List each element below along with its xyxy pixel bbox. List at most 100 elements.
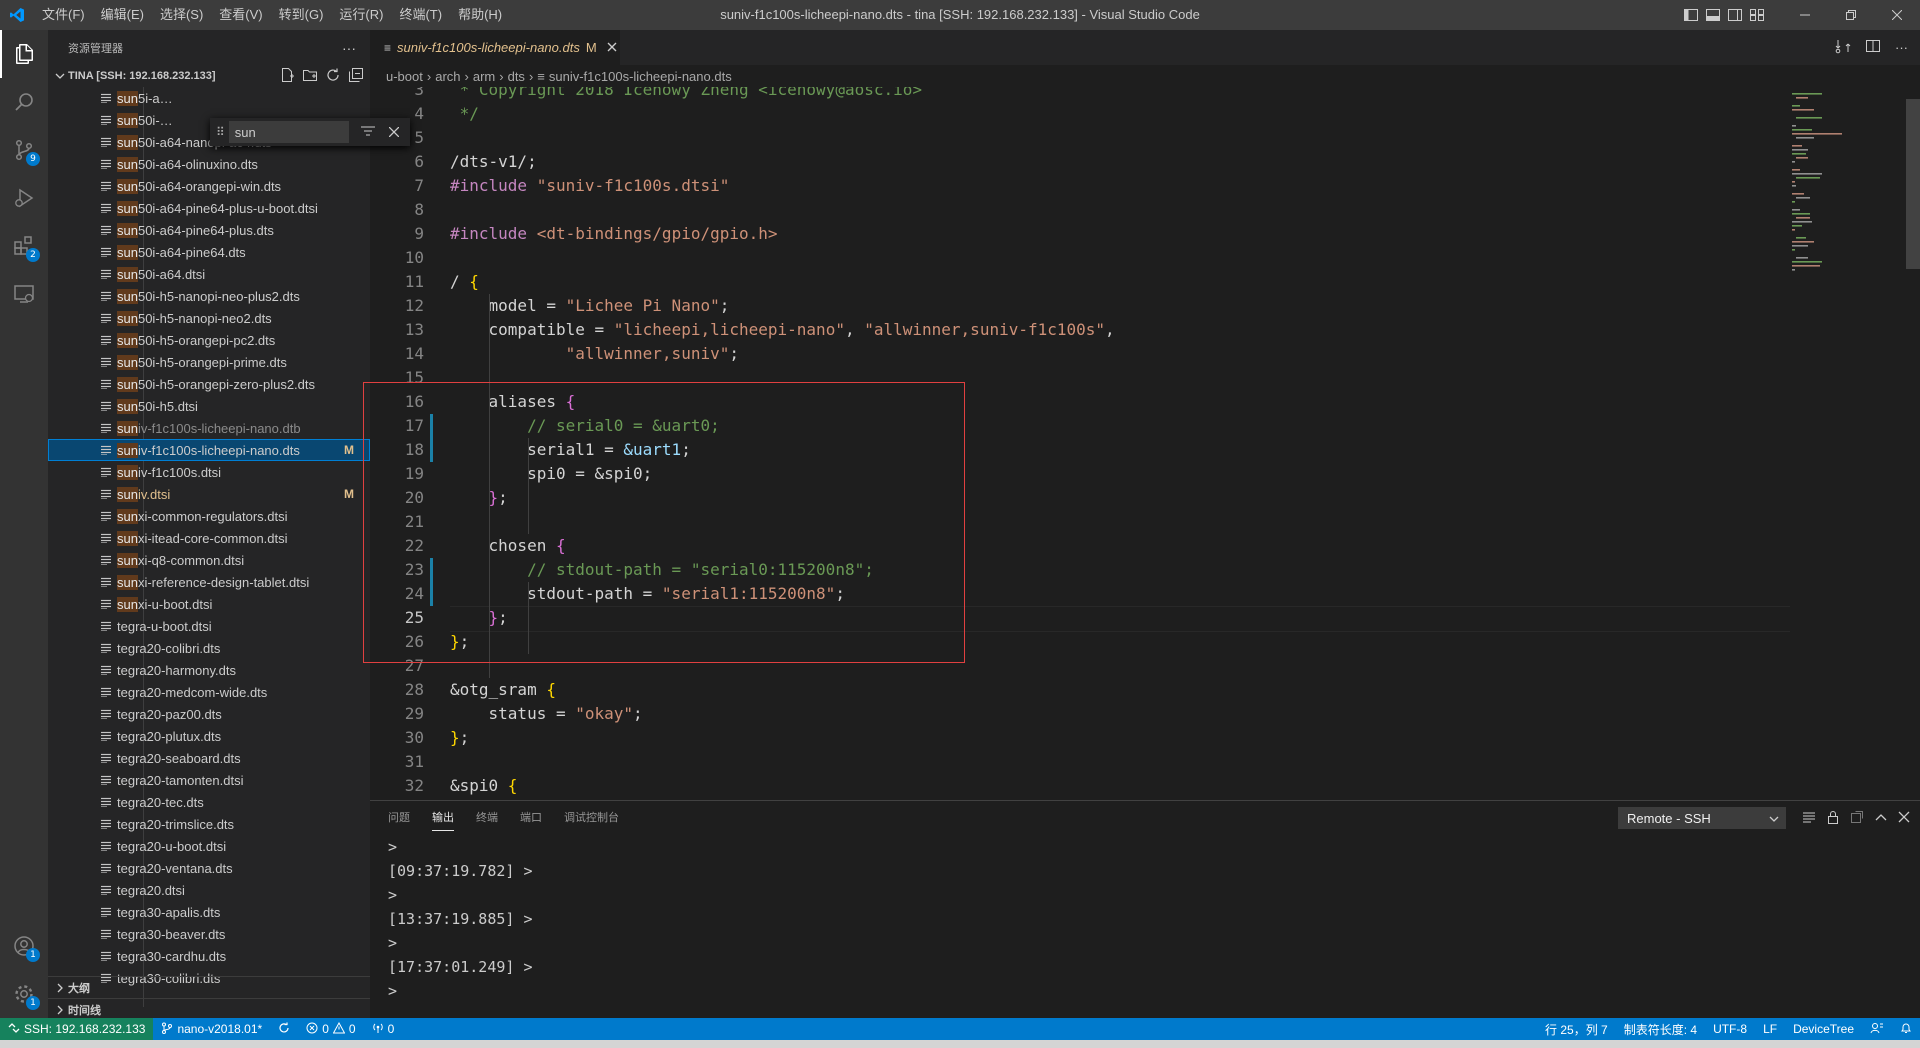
output-channel-select[interactable]: Remote - SSH xyxy=(1618,807,1786,829)
file-tree-item[interactable]: sun xi-itead-core-common.dtsi xyxy=(48,527,370,549)
file-tree-item[interactable]: tegra30-beaver.dts xyxy=(48,923,370,945)
filter-icon[interactable] xyxy=(360,125,375,140)
file-tree-item[interactable]: sun 50i-h5-orangepi-zero-plus2.dts xyxy=(48,373,370,395)
file-tree-item[interactable]: tegra20-paz00.dts xyxy=(48,703,370,725)
panel-tab[interactable]: 问题 xyxy=(388,801,410,835)
file-tree-item[interactable]: tegra-u-boot.dtsi xyxy=(48,615,370,637)
file-tree-item[interactable]: sun 50i-a64-pine64.dts xyxy=(48,241,370,263)
file-tree-item[interactable]: sun 50i-h5-orangepi-pc2.dts xyxy=(48,329,370,351)
ports-indicator[interactable]: 0 xyxy=(364,1018,403,1040)
settings-gear-icon[interactable]: 1 xyxy=(0,970,48,1018)
more-editor-actions-icon[interactable]: ··· xyxy=(1895,40,1908,55)
file-tree-item[interactable]: sun 50i-h5-nanopi-neo2.dts xyxy=(48,307,370,329)
file-tree-item[interactable]: tegra20-trimslice.dts xyxy=(48,813,370,835)
menu-item[interactable]: 选择(S) xyxy=(152,0,211,30)
breadcrumb-item[interactable]: suniv-f1c100s-licheepi-nano.dts xyxy=(549,69,732,84)
file-tree-item[interactable]: tegra20-medcom-wide.dts xyxy=(48,681,370,703)
feedback-button[interactable] xyxy=(1862,1018,1892,1040)
tab-licheepi-nano-dts[interactable]: ≡ suniv-f1c100s-licheepi-nano.dts M xyxy=(370,30,620,65)
file-tree-item[interactable]: sun xi-u-boot.dtsi xyxy=(48,593,370,615)
file-tree-item[interactable]: tegra20-plutux.dts xyxy=(48,725,370,747)
file-tree-item[interactable]: tegra20-seaboard.dts xyxy=(48,747,370,769)
file-tree-item[interactable]: sun 50i-a64-pine64-plus.dts xyxy=(48,219,370,241)
menu-item[interactable]: 编辑(E) xyxy=(93,0,152,30)
file-tree-item[interactable]: sun iv-f1c100s-licheepi-nano.dtb xyxy=(48,417,370,439)
toggle-panel-icon[interactable] xyxy=(1702,0,1724,30)
workspace-root[interactable]: TINA [SSH: 192.168.232.133] xyxy=(48,65,370,87)
remote-explorer-icon[interactable] xyxy=(0,270,48,318)
menu-item[interactable]: 运行(R) xyxy=(331,0,391,30)
file-tree-item[interactable]: sun xi-common-regulators.dtsi xyxy=(48,505,370,527)
customize-layout-icon[interactable] xyxy=(1746,0,1768,30)
file-tree-item[interactable]: tegra20-tamonten.dtsi xyxy=(48,769,370,791)
scrollbar-thumb[interactable] xyxy=(1906,99,1920,269)
panel-tab[interactable]: 终端 xyxy=(476,801,498,835)
minimize-icon[interactable] xyxy=(1782,0,1828,30)
tree-find-input[interactable]: sun xyxy=(228,121,349,143)
file-tree-item[interactable]: tegra20-tec.dts xyxy=(48,791,370,813)
panel-tab[interactable]: 输出 xyxy=(432,801,454,835)
panel-tab[interactable]: 调试控制台 xyxy=(564,801,619,835)
restore-icon[interactable] xyxy=(1828,0,1874,30)
indentation[interactable]: 制表符长度: 4 xyxy=(1616,1018,1705,1040)
minimap[interactable] xyxy=(1788,87,1904,800)
encoding[interactable]: UTF-8 xyxy=(1705,1018,1755,1040)
accounts-icon[interactable]: 1 xyxy=(0,922,48,970)
collapse-all-icon[interactable] xyxy=(348,67,364,86)
branch-indicator[interactable]: nano-v2018.01* xyxy=(153,1018,270,1040)
close-find-icon[interactable] xyxy=(388,125,400,140)
close-window-icon[interactable] xyxy=(1874,0,1920,30)
clear-output-icon[interactable] xyxy=(1802,810,1816,827)
close-panel-icon[interactable] xyxy=(1898,811,1910,826)
breadcrumb-item[interactable]: dts xyxy=(508,69,525,84)
search-icon[interactable] xyxy=(0,78,48,126)
editor-scrollbar[interactable] xyxy=(1906,87,1920,800)
close-tab-icon[interactable] xyxy=(607,40,617,55)
file-tree-item[interactable]: tegra30-cardhu.dts xyxy=(48,945,370,967)
new-folder-icon[interactable] xyxy=(302,67,318,86)
toggle-secondary-sidebar-icon[interactable] xyxy=(1724,0,1746,30)
source-control-icon[interactable]: 9 xyxy=(0,126,48,174)
file-tree-item[interactable]: tegra30-apalis.dts xyxy=(48,901,370,923)
notifications-button[interactable] xyxy=(1892,1018,1920,1040)
drag-handle-icon[interactable]: ⠿ xyxy=(216,125,225,139)
file-tree-item[interactable]: sun 50i-h5-orangepi-prime.dts xyxy=(48,351,370,373)
file-tree-item[interactable]: tegra20.dtsi xyxy=(48,879,370,901)
compare-changes-icon[interactable] xyxy=(1835,38,1851,57)
file-tree-item[interactable]: sun iv.dtsi M xyxy=(48,483,370,505)
extensions-icon[interactable]: 2 xyxy=(0,222,48,270)
end-of-line[interactable]: LF xyxy=(1755,1018,1785,1040)
file-tree-item[interactable]: sun 50i-h5.dtsi xyxy=(48,395,370,417)
file-tree-item[interactable]: sun xi-reference-design-tablet.dtsi xyxy=(48,571,370,593)
sync-button[interactable] xyxy=(270,1018,298,1040)
menu-item[interactable]: 转到(G) xyxy=(271,0,332,30)
breadcrumb-item[interactable]: arm xyxy=(473,69,495,84)
file-tree-item[interactable]: sun 50i-a64.dtsi xyxy=(48,263,370,285)
file-tree-item[interactable]: sun 50i-a64-olinuxino.dts xyxy=(48,153,370,175)
timeline-section[interactable]: 时间线 xyxy=(48,998,370,1020)
file-tree-item[interactable]: sun xi-q8-common.dtsi xyxy=(48,549,370,571)
breadcrumb-item[interactable]: u-boot xyxy=(386,69,423,84)
menu-item[interactable]: 查看(V) xyxy=(211,0,270,30)
menu-item[interactable]: 文件(F) xyxy=(34,0,93,30)
panel-tab[interactable]: 端口 xyxy=(520,801,542,835)
file-tree-item[interactable]: tegra20-ventana.dts xyxy=(48,857,370,879)
file-tree-item[interactable]: sun iv-f1c100s-licheepi-nano.dts M xyxy=(48,439,370,461)
new-file-icon[interactable] xyxy=(279,67,295,86)
file-tree-item[interactable]: sun 50i-h5-nanopi-neo-plus2.dts xyxy=(48,285,370,307)
explorer-icon[interactable] xyxy=(0,30,48,78)
menu-item[interactable]: 终端(T) xyxy=(391,0,450,30)
code-editor[interactable]: 3 * Copyright 2018 Icenowy Zheng <icenow… xyxy=(370,87,1920,800)
toggle-primary-sidebar-icon[interactable] xyxy=(1680,0,1702,30)
file-tree-item[interactable]: tegra20-colibri.dts xyxy=(48,637,370,659)
run-debug-icon[interactable] xyxy=(0,174,48,222)
more-actions-icon[interactable]: ··· xyxy=(342,40,356,56)
remote-indicator[interactable]: SSH: 192.168.232.133 xyxy=(0,1018,154,1040)
language-mode[interactable]: DeviceTree xyxy=(1785,1018,1862,1040)
file-tree-item[interactable]: tegra20-harmony.dts xyxy=(48,659,370,681)
maximize-panel-icon[interactable] xyxy=(1874,810,1888,827)
outline-section[interactable]: 大纲 xyxy=(48,976,370,998)
file-tree-item[interactable]: tegra20-u-boot.dtsi xyxy=(48,835,370,857)
split-editor-icon[interactable] xyxy=(1865,38,1881,57)
breadcrumb-item[interactable]: arch xyxy=(435,69,460,84)
